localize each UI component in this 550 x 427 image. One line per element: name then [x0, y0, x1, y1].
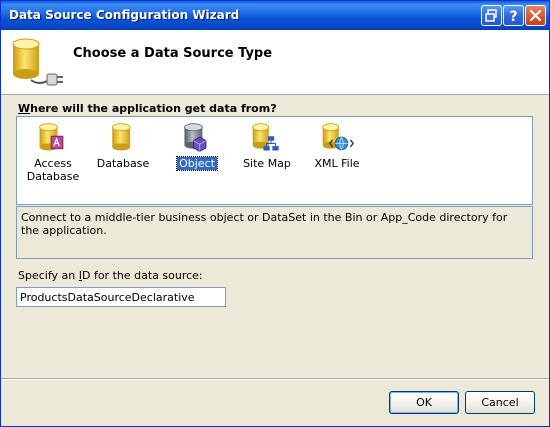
data-source-type-list[interactable]: Access Database Database Object Site Map XML … — [16, 116, 533, 205]
cancel-button[interactable]: Cancel — [465, 391, 535, 414]
close-button[interactable] — [525, 5, 546, 26]
svg-text:?: ? — [509, 9, 517, 25]
window-title: Data Source Configuration Wizard — [9, 8, 240, 22]
data-source-option-site-map[interactable]: Site Map — [235, 121, 299, 170]
wizard-header: Choose a Data Source Type — [1, 30, 549, 95]
data-source-option-object[interactable]: Object — [165, 121, 229, 171]
database-plug-icon — [12, 38, 63, 86]
data-source-option-access-database[interactable]: Access Database — [21, 121, 85, 183]
data-source-option-label: Site Map — [243, 157, 291, 170]
data-source-option-database[interactable]: Database — [91, 121, 155, 170]
restore-icon — [485, 9, 497, 22]
data-source-description: Connect to a middle-tier business object… — [16, 206, 533, 259]
data-source-id-input[interactable] — [16, 287, 226, 307]
id-field-label: Specify an ID for the data source: — [18, 269, 203, 282]
button-separator — [1, 378, 549, 380]
page-title: Choose a Data Source Type — [73, 46, 273, 61]
site-map-icon — [252, 123, 279, 151]
restore-button[interactable] — [481, 5, 502, 26]
help-icon: ? — [509, 9, 517, 25]
close-icon — [529, 9, 542, 22]
xml-file-icon — [322, 123, 354, 151]
data-source-option-label: Access Database — [26, 157, 80, 183]
help-button[interactable]: ? — [503, 5, 524, 26]
ok-button[interactable]: OK — [389, 391, 459, 414]
title-bar[interactable]: Data Source Configuration Wizard ? — [1, 1, 549, 30]
database-icon — [111, 123, 131, 151]
wizard-window: Data Source Configuration Wizard ? Choos… — [0, 0, 550, 427]
data-source-option-label: Object — [176, 156, 218, 171]
data-source-option-label: Database — [96, 157, 150, 170]
object-icon — [184, 123, 207, 152]
data-source-question-label: Where will the application get data from… — [18, 102, 277, 115]
access-database-icon — [39, 123, 64, 151]
data-source-option-label: XML File — [314, 157, 360, 170]
data-source-option-xml-file[interactable]: XML File — [305, 121, 369, 170]
